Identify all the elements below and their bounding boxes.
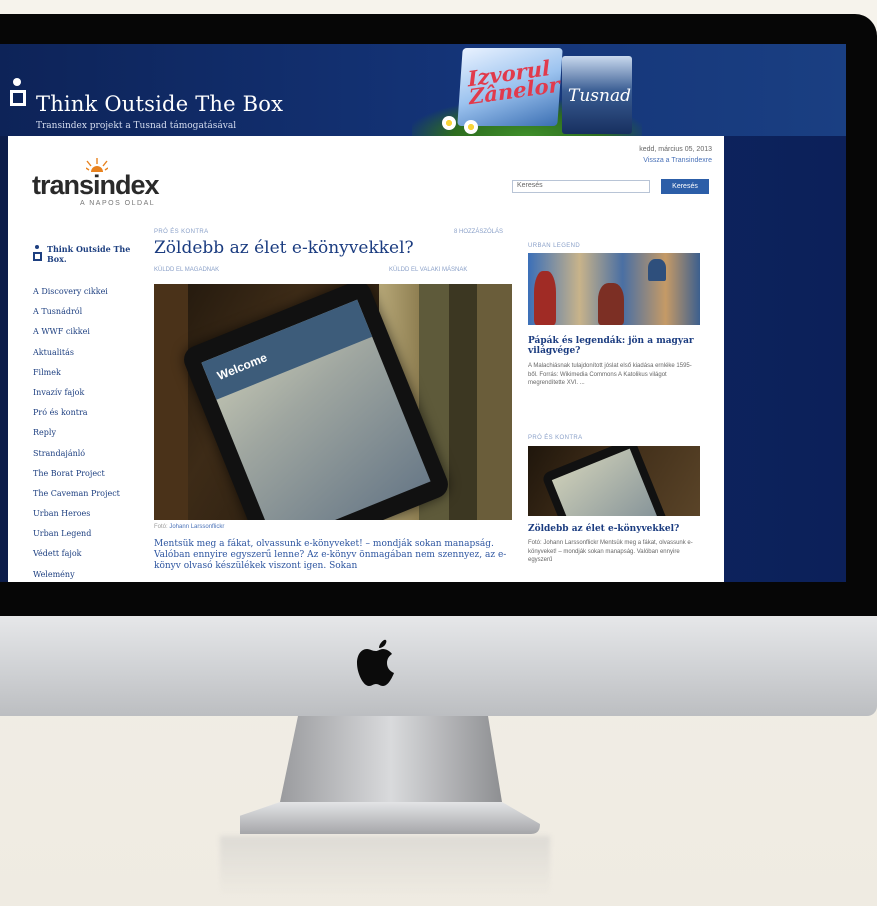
- promo-brand: Tusnad: [568, 86, 631, 106]
- book-spine: [154, 284, 188, 520]
- side-image-2[interactable]: [528, 446, 700, 516]
- site-title[interactable]: Think Outside The Box: [36, 92, 283, 116]
- side-image-1[interactable]: [528, 253, 700, 325]
- apple-logo-icon: [357, 639, 394, 686]
- tablet-device: [541, 446, 675, 516]
- transindex-logo[interactable]: transindex: [32, 170, 160, 201]
- tablet-screen: [551, 448, 665, 516]
- sidebar-item[interactable]: Reply: [33, 428, 120, 448]
- image-caption: Fotó: Johann Larssonflickr: [154, 524, 224, 530]
- sidebar-item[interactable]: A Tusnádról: [33, 307, 120, 327]
- side-headline-2[interactable]: Zöldebb az élet e-könyvekkel?: [528, 524, 679, 534]
- side-category-2[interactable]: PRÓ ÉS KONTRA: [528, 435, 583, 441]
- promo-pack: Izvorul Zânelor: [457, 48, 563, 126]
- monitor-stand: [240, 716, 540, 834]
- sidebar-item[interactable]: Strandajánló: [33, 449, 120, 469]
- comments-link[interactable]: 8 HOZZÁSZÓLÁS: [454, 229, 503, 235]
- site-banner: Think Outside The Box Transindex projekt…: [0, 44, 846, 136]
- web-page: kedd, március 05, 2013 Vissza a Transind…: [8, 136, 724, 582]
- sidebar-item[interactable]: Pró és kontra: [33, 408, 120, 428]
- side-headline-1[interactable]: Pápák és legendák: jön a magyar világvég…: [528, 336, 700, 356]
- painting-figure: [534, 271, 556, 325]
- sidebar-item[interactable]: The Caveman Project: [33, 489, 120, 509]
- flower-icon: [442, 116, 456, 130]
- logo-tagline: A NAPOS OLDAL: [80, 200, 156, 207]
- sidebar-item[interactable]: Invazív fajok: [33, 388, 120, 408]
- article-category[interactable]: PRÓ ÉS KONTRA: [154, 229, 209, 235]
- sidebar-item[interactable]: Filmek: [33, 368, 120, 388]
- send-to-other-link[interactable]: KÜLDD EL VALAKI MÁSNAK: [389, 267, 467, 273]
- article-image[interactable]: Welcome: [154, 284, 512, 520]
- search-input[interactable]: Keresés: [512, 180, 650, 193]
- article-lead[interactable]: Mentsük meg a fákat, olvassunk e-könyvek…: [154, 539, 512, 572]
- sidebar-item[interactable]: The Borat Project: [33, 469, 120, 489]
- sidebar-heading-label: Think Outside The Box.: [47, 244, 131, 264]
- monitor-chin: [0, 616, 877, 716]
- promo-bottle: Tusnad: [562, 56, 632, 134]
- send-to-self-link[interactable]: KÜLDD EL MAGADNAK: [154, 267, 219, 273]
- promo-advert[interactable]: Izvorul Zânelor Tusnad: [412, 48, 642, 136]
- promo-pack-text: Izvorul Zânelor: [466, 55, 561, 110]
- nav-logo-box-icon: [33, 252, 42, 261]
- painting-figure: [598, 283, 624, 325]
- painting-figure: [648, 259, 666, 281]
- nav-logo-dot-icon: [35, 245, 39, 249]
- side-text-2: Fotó: Johann Larssonflickr Mentsük meg a…: [528, 540, 693, 563]
- caption-author-link[interactable]: Johann Larssonflickr: [169, 524, 224, 530]
- book-spine: [477, 284, 512, 520]
- sidebar-heading[interactable]: Think Outside The Box.: [33, 243, 133, 271]
- back-to-transindex-link[interactable]: Vissza a Transindexre: [643, 157, 712, 164]
- sidebar-item[interactable]: A Discovery cikkei: [33, 287, 120, 307]
- tablet-screen-header: [201, 299, 373, 400]
- search-button[interactable]: Keresés: [661, 179, 709, 194]
- logo-dot-icon: [13, 78, 21, 86]
- current-date: kedd, március 05, 2013: [639, 146, 712, 153]
- article-headline[interactable]: Zöldebb az élet e-könyvekkel?: [154, 238, 414, 258]
- side-text-1: A Malachiásnak tulajdonított jóslat első…: [528, 363, 692, 386]
- book-spine: [449, 284, 477, 520]
- sidebar-item[interactable]: Welemény: [33, 570, 120, 582]
- caption-prefix: Fotó:: [154, 524, 170, 530]
- site-subtitle: Transindex projekt a Tusnad támogatásáva…: [36, 121, 237, 131]
- logo-box-icon: [10, 90, 26, 106]
- sidebar-item[interactable]: A WWF cikkei: [33, 327, 120, 347]
- sidebar-item[interactable]: Aktualitás: [33, 348, 120, 368]
- stand-reflection: [220, 836, 550, 896]
- sidebar-item[interactable]: Urban Heroes: [33, 509, 120, 529]
- sidebar-item[interactable]: Védett fajok: [33, 549, 120, 569]
- sidebar-list: A Discovery cikkei A Tusnádról A WWF cik…: [33, 287, 120, 582]
- browser-screen: Think Outside The Box Transindex projekt…: [0, 44, 846, 582]
- flower-icon: [464, 120, 478, 134]
- side-category-1[interactable]: URBAN LEGEND: [528, 243, 580, 249]
- sidebar-item[interactable]: Urban Legend: [33, 529, 120, 549]
